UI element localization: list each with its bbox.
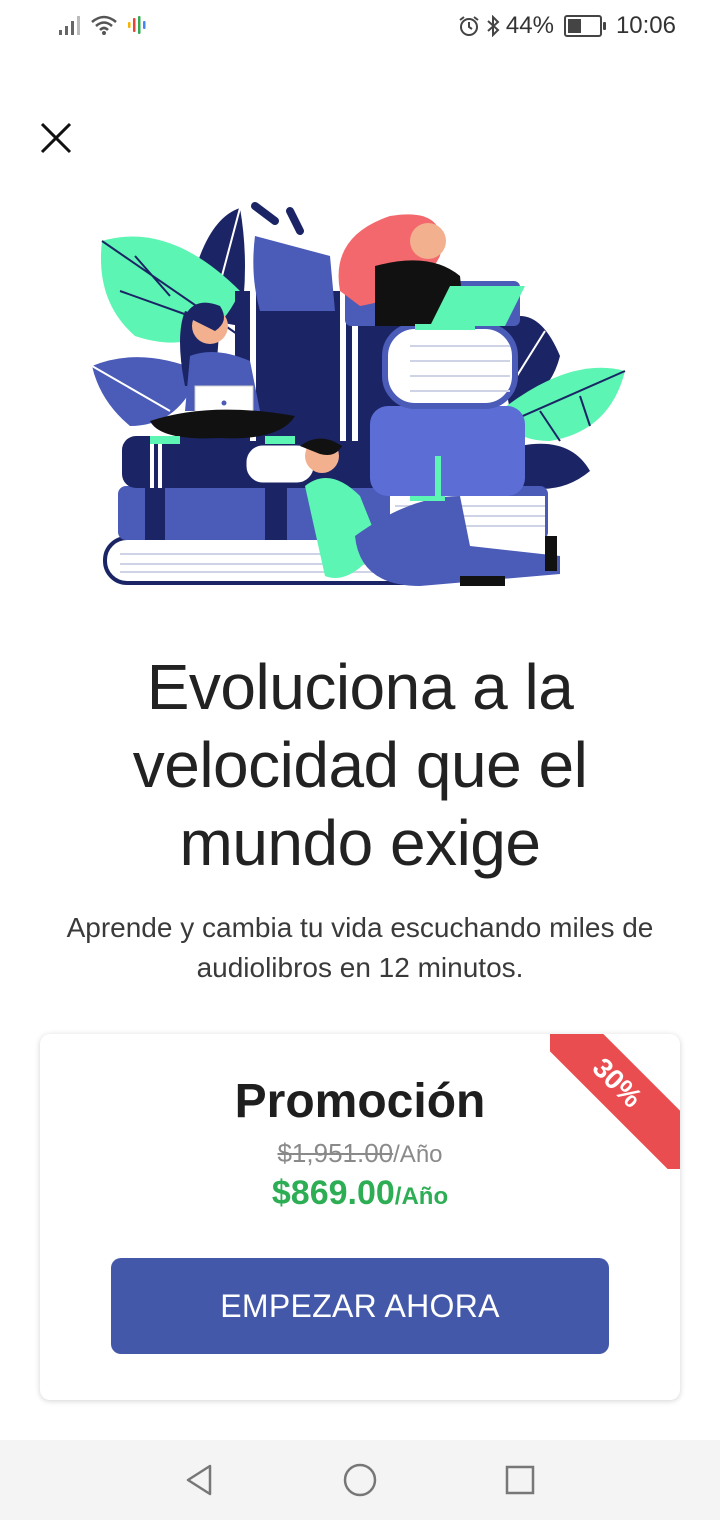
discounted-price-period: /Año: [394, 1183, 449, 1210]
signal-icon: [59, 16, 80, 35]
discounted-price: $869.00/Año: [40, 1174, 680, 1213]
subheadline: Aprende y cambia tu vida escuchando mile…: [66, 912, 654, 983]
promo-card: 30% Promoción $1,951.00/Año $869.00/Año …: [40, 1034, 680, 1400]
headline-line-3: mundo exige: [179, 807, 541, 879]
wifi-icon: [91, 15, 117, 35]
bluetooth-icon: [487, 15, 500, 37]
back-triangle-icon: [186, 1464, 212, 1496]
original-price: $1,951.00/Año: [40, 1138, 680, 1169]
original-price-amount: $1,951.00: [277, 1138, 394, 1168]
battery-icon: [563, 15, 606, 37]
alarm-icon: [459, 16, 479, 36]
laptop-front: [435, 456, 441, 501]
status-right: 44% 10:06: [458, 12, 676, 40]
original-price-period: /Año: [393, 1141, 443, 1168]
nav-home-button[interactable]: [338, 1458, 382, 1502]
book-blue-right: [370, 406, 525, 496]
promo-title: Promoción: [234, 1075, 486, 1128]
system-nav-bar: [0, 1440, 720, 1520]
headline-line-1: Evoluciona a la: [146, 651, 574, 723]
headline-line-2: velocidad que el: [132, 729, 588, 801]
status-bar: 44% 10:06: [0, 0, 720, 56]
nav-recents-button[interactable]: [498, 1458, 542, 1502]
close-icon: [40, 122, 72, 154]
status-left-icons: [58, 14, 148, 36]
headline: Evoluciona a la velocidad que el mundo e…: [40, 648, 680, 882]
clock: 10:06: [615, 12, 676, 39]
discounted-price-amount: $869.00: [271, 1174, 395, 1212]
start-now-button[interactable]: EMPEZAR AHORA: [111, 1258, 609, 1354]
book-white-top: [382, 323, 518, 409]
hero-illustration: [91, 202, 626, 586]
home-circle-icon: [343, 1463, 377, 1497]
recents-square-icon: [505, 1465, 535, 1495]
battery-percent: 44%: [505, 12, 554, 39]
close-button[interactable]: [36, 118, 76, 158]
podcast-app-icon: [128, 16, 146, 34]
leaf-navy-right-low: [520, 443, 590, 489]
nav-back-button[interactable]: [178, 1458, 222, 1502]
